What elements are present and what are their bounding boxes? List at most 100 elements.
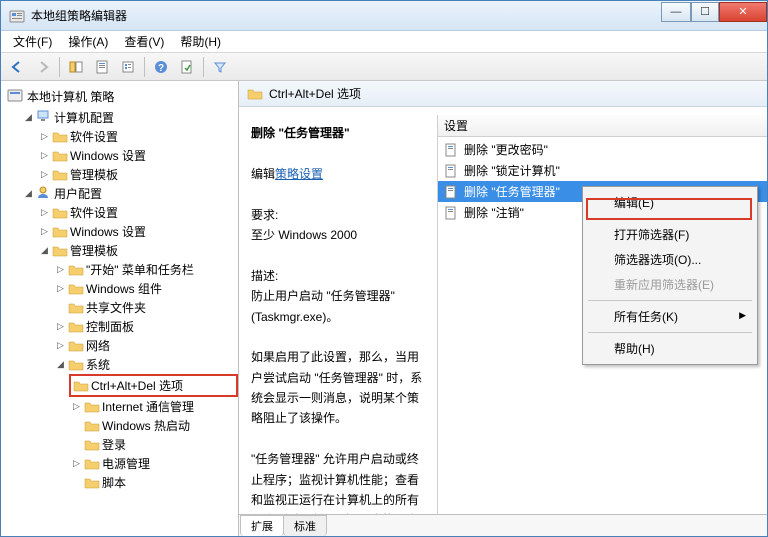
menu-view[interactable]: 查看(V) — [118, 31, 170, 52]
expander-icon[interactable]: ▷ — [71, 458, 82, 469]
tree-item[interactable]: 共享文件夹 — [53, 298, 238, 317]
description-pane: 删除 "任务管理器" 编辑策略设置 要求: 至少 Windows 2000 描述… — [247, 115, 437, 514]
tree-item-system[interactable]: ◢系统 — [53, 355, 238, 374]
folder-icon — [68, 320, 84, 334]
tree-item[interactable]: ▷Windows 设置 — [37, 146, 238, 165]
desc-label: 描述: — [251, 266, 429, 286]
menu-help[interactable]: 帮助(H) — [174, 31, 227, 52]
desc-p1: 防止用户启动 "任务管理器" (Taskmgr.exe)。 — [251, 286, 429, 327]
tree-item[interactable]: ▷Windows 设置 — [37, 222, 238, 241]
desc-p2: 如果启用了此设置，那么，当用户尝试启动 "任务管理器" 时，系统会显示一则消息，… — [251, 347, 429, 429]
folder-icon — [52, 130, 68, 144]
tree-item[interactable]: ▷网络 — [53, 336, 238, 355]
computer-icon — [36, 109, 52, 126]
show-hide-tree-button[interactable] — [64, 56, 88, 78]
cm-reapply-filter: 重新应用筛选器(E) — [586, 272, 754, 297]
tree-item-ctrlaltdel[interactable]: Ctrl+Alt+Del 选项 — [73, 377, 183, 394]
tab-standard[interactable]: 标准 — [283, 515, 327, 536]
cm-separator — [588, 300, 752, 301]
list-item[interactable]: 删除 "更改密码" — [438, 139, 767, 160]
tree-item[interactable]: 登录 — [69, 435, 238, 454]
cm-edit[interactable]: 编辑(E) — [586, 190, 754, 215]
folder-icon — [68, 282, 84, 296]
tree-item[interactable]: ▷软件设置 — [37, 127, 238, 146]
tree-computer-config[interactable]: ◢计算机配置 — [21, 108, 238, 127]
properties-button[interactable] — [90, 56, 114, 78]
tree-item[interactable]: ▷Internet 通信管理 — [69, 397, 238, 416]
help-button[interactable]: ? — [149, 56, 173, 78]
export-button[interactable] — [116, 56, 140, 78]
expander-icon[interactable]: ▷ — [55, 340, 66, 351]
menu-action[interactable]: 操作(A) — [62, 31, 114, 52]
tab-extended[interactable]: 扩展 — [240, 515, 284, 536]
tree-item[interactable]: ▷软件设置 — [37, 203, 238, 222]
expander-icon[interactable]: ◢ — [55, 359, 66, 370]
folder-icon — [247, 87, 263, 101]
folder-icon — [52, 168, 68, 182]
tree-item[interactable]: ▷"开始" 菜单和任务栏 — [53, 260, 238, 279]
folder-icon — [84, 438, 100, 452]
menubar: 文件(F) 操作(A) 查看(V) 帮助(H) — [1, 31, 767, 53]
cm-all-tasks[interactable]: 所有任务(K)▶ — [586, 304, 754, 329]
expander-icon[interactable]: ▷ — [55, 321, 66, 332]
folder-icon — [73, 379, 89, 393]
back-button[interactable] — [5, 56, 29, 78]
expander-icon[interactable]: ▷ — [39, 226, 50, 237]
policy-icon — [444, 164, 458, 178]
folder-icon — [68, 263, 84, 277]
toolbar-sep — [59, 57, 60, 77]
app-icon — [9, 8, 25, 24]
tree-item[interactable]: ▷电源管理 — [69, 454, 238, 473]
folder-icon — [52, 149, 68, 163]
req-label: 要求: — [251, 205, 429, 225]
minimize-button[interactable]: — — [661, 2, 691, 22]
cm-help[interactable]: 帮助(H) — [586, 336, 754, 361]
tree-item[interactable]: ▷管理模板 — [37, 165, 238, 184]
list-column-header[interactable]: 设置 — [438, 115, 767, 137]
window-controls: — ☐ ✕ — [661, 2, 767, 24]
maximize-button[interactable]: ☐ — [691, 2, 719, 22]
tree-pane[interactable]: 本地计算机 策略 ◢计算机配置 ▷软件设置 ▷Windows 设置 ▷管理模板 … — [1, 81, 239, 536]
console-root-icon — [7, 87, 23, 106]
folder-icon — [84, 457, 100, 471]
req-value: 至少 Windows 2000 — [251, 225, 429, 245]
policy-icon — [444, 185, 458, 199]
forward-button[interactable] — [31, 56, 55, 78]
tree-item[interactable]: ◢管理模板 — [37, 241, 238, 260]
menu-file[interactable]: 文件(F) — [7, 31, 58, 52]
expander-icon[interactable]: ▷ — [39, 207, 50, 218]
tree-item[interactable]: ▷Windows 组件 — [53, 279, 238, 298]
cm-filter-options[interactable]: 筛选器选项(O)... — [586, 247, 754, 272]
cm-open-filter[interactable]: 打开筛选器(F) — [586, 222, 754, 247]
tree-item[interactable]: ▷控制面板 — [53, 317, 238, 336]
expander-icon[interactable]: ▷ — [55, 264, 66, 275]
folder-icon — [84, 476, 100, 490]
expander-icon[interactable]: ▷ — [39, 131, 50, 142]
expander-icon[interactable]: ◢ — [39, 245, 50, 256]
edit-policy-link[interactable]: 策略设置 — [275, 167, 323, 181]
cm-separator — [588, 218, 752, 219]
tree-root[interactable]: 本地计算机 策略 — [5, 85, 238, 108]
tree-item[interactable]: 脚本 — [69, 473, 238, 492]
expander-icon[interactable]: ◢ — [23, 112, 34, 123]
toolbar-sep — [144, 57, 145, 77]
refresh-button[interactable] — [175, 56, 199, 78]
filter-button[interactable] — [208, 56, 232, 78]
right-header: Ctrl+Alt+Del 选项 — [239, 81, 767, 107]
folder-icon — [68, 301, 84, 315]
expander-icon[interactable]: ◢ — [23, 188, 34, 199]
tree-user-config[interactable]: ◢用户配置 — [21, 184, 238, 203]
expander-icon[interactable]: ▷ — [39, 169, 50, 180]
user-icon — [36, 185, 52, 202]
expander-icon[interactable]: ▷ — [55, 283, 66, 294]
tree-item-ctrlaltdel-highlight: Ctrl+Alt+Del 选项 — [69, 374, 238, 397]
expander-icon[interactable]: ▷ — [39, 150, 50, 161]
policy-icon — [444, 206, 458, 220]
folder-icon — [68, 339, 84, 353]
titlebar: 本地组策略编辑器 — ☐ ✕ — [1, 1, 767, 31]
expander-icon[interactable]: ▷ — [71, 401, 82, 412]
tree-item[interactable]: Windows 热启动 — [69, 416, 238, 435]
context-menu: 编辑(E) 打开筛选器(F) 筛选器选项(O)... 重新应用筛选器(E) 所有… — [582, 186, 758, 365]
list-item[interactable]: 删除 "锁定计算机" — [438, 160, 767, 181]
close-button[interactable]: ✕ — [719, 2, 767, 22]
